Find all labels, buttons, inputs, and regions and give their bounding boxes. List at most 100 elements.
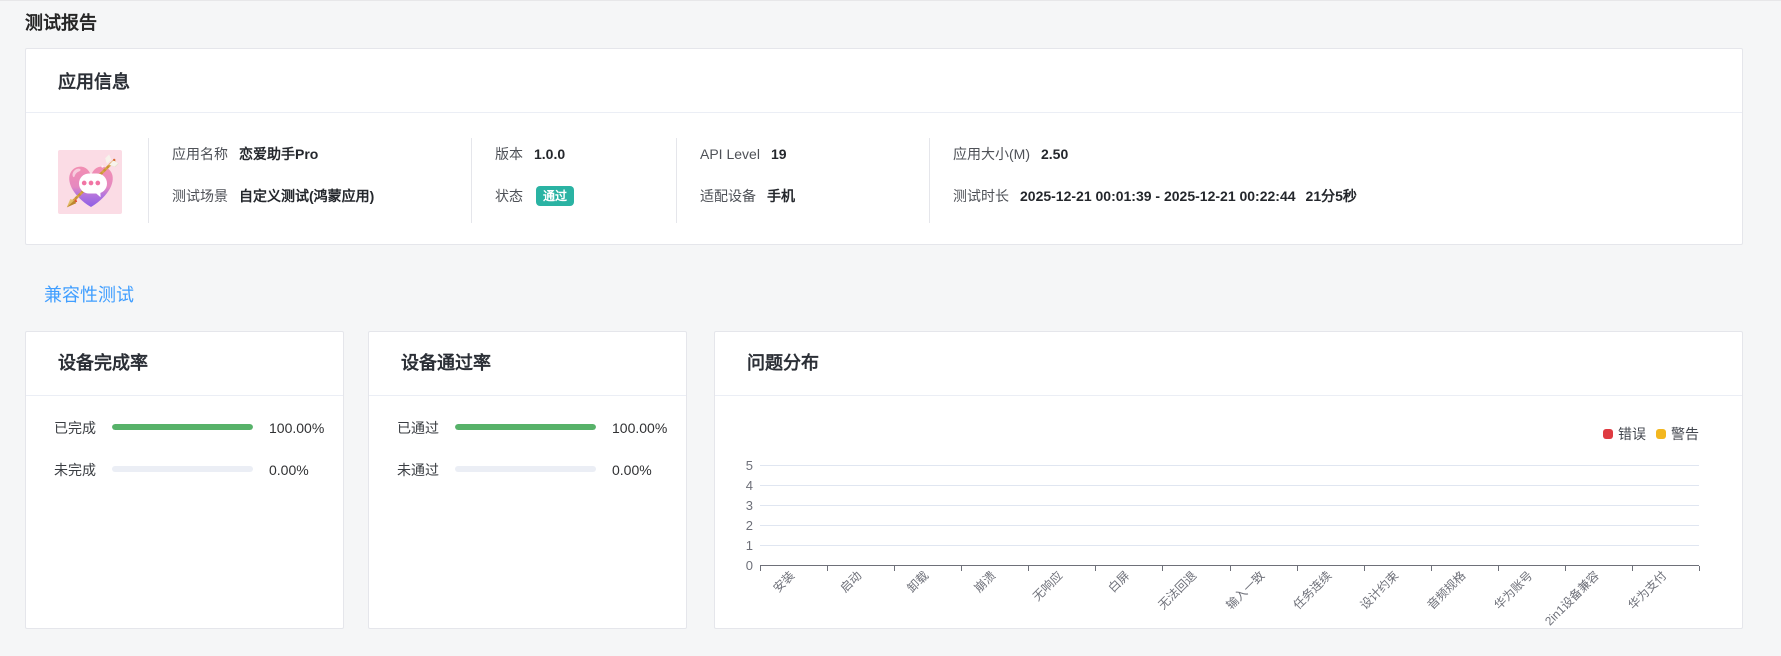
test-report-page: 测试报告 应用信息 应用名称 恋爱助手Pro 测试场景 自定义测试(鸿蒙应用) … [0, 1, 1781, 656]
compatibility-test-link[interactable]: 兼容性测试 [44, 281, 134, 307]
version-row: 版本 1.0.0 [495, 144, 565, 164]
y-axis-tick-label: 2 [745, 517, 753, 533]
x-axis-category-label: 无响应 [1030, 568, 1066, 604]
device-pass-card-title: 设备通过率 [401, 352, 491, 373]
x-axis-category-label: 无法回退 [1155, 568, 1200, 613]
x-axis-tick [1631, 566, 1633, 571]
device-pass-card-header: 设备通过率 [369, 332, 686, 396]
app-name-label: 应用名称 [172, 146, 228, 162]
app-info-card-title: 应用信息 [58, 71, 130, 92]
x-axis-category-label: 输入一致 [1222, 568, 1267, 613]
x-axis-tick [1028, 566, 1030, 571]
x-axis-tick [1363, 566, 1365, 571]
rate-row: 已完成 100.00% [26, 418, 343, 438]
rate-label: 已完成 [54, 420, 96, 436]
app-size-label: 应用大小(M) [953, 146, 1030, 162]
x-axis-category-label: 2in1设备兼容 [1542, 568, 1603, 629]
x-axis-category-label: 安装 [770, 568, 798, 596]
scenario-label: 测试场景 [172, 188, 228, 204]
x-axis-category-label: 设计约束 [1357, 568, 1401, 613]
x-axis-category-label: 崩溃 [971, 568, 999, 596]
x-axis-tick [1497, 566, 1499, 571]
rate-value: 0.00% [612, 462, 652, 478]
x-axis-tick [1430, 566, 1432, 571]
app-icon [58, 150, 122, 214]
progress-bar [112, 424, 253, 430]
x-axis-tick [1162, 566, 1164, 571]
y-axis-tick-label: 5 [745, 457, 753, 473]
rate-value: 100.00% [269, 420, 325, 436]
problem-distribution-chart: 0 1 2 3 4 5 安装 启动 卸载 崩溃 无响应 白屏 无法回退 输入一致 任务连续 设计约束 音频规格华… [715, 396, 1742, 628]
rate-value: 0.00% [269, 462, 309, 478]
app-name-row: 应用名称 恋爱助手Pro [172, 144, 318, 164]
gridline [760, 545, 1699, 546]
api-level-row: API Level 19 [700, 144, 787, 164]
gridline [760, 485, 1699, 486]
device-completion-card: 设备完成率 已完成 100.00% 未完成 0.00% [25, 331, 344, 629]
device-value: 手机 [767, 188, 795, 204]
device-completion-card-title: 设备完成率 [58, 352, 148, 373]
x-axis-tick [961, 566, 963, 571]
rate-row: 已通过 100.00% [369, 418, 686, 438]
version-label: 版本 [495, 146, 523, 162]
problem-distribution-card-title: 问题分布 [747, 352, 819, 373]
info-divider-3 [676, 138, 677, 223]
version-value: 1.0.0 [534, 146, 566, 162]
rate-value: 100.00% [612, 420, 668, 436]
x-axis-tick [1095, 566, 1097, 571]
y-axis-tick-label: 0 [745, 557, 753, 573]
x-axis-category-label: 华为账号 [1491, 568, 1536, 613]
device-label: 适配设备 [700, 188, 756, 204]
app-info-card-body: 应用名称 恋爱助手Pro 测试场景 自定义测试(鸿蒙应用) 版本 1.0.0 状态 通过… [26, 113, 1742, 245]
status-label: 状态 [495, 188, 523, 204]
progress-bar-fill [112, 424, 253, 430]
x-axis-category-label: 任务连续 [1290, 568, 1334, 613]
progress-bar-fill [455, 424, 596, 430]
app-name-value: 恋爱助手Pro [239, 146, 319, 162]
rate-row: 未通过 0.00% [369, 460, 686, 480]
x-axis-category-label: 启动 [837, 568, 865, 596]
gridline [760, 465, 1699, 466]
rate-label: 未完成 [54, 462, 96, 478]
duration-label: 测试时长 [953, 188, 1009, 204]
x-axis-tick [894, 566, 896, 571]
info-divider-2 [471, 138, 472, 223]
y-axis-tick-label: 3 [745, 497, 753, 513]
api-level-label: API Level [700, 146, 760, 162]
duration-row: 测试时长 2025-12-21 00:01:39 - 2025-12-21 00:… [953, 186, 1357, 206]
x-axis-category-label: 卸载 [904, 568, 932, 596]
scenario-value: 自定义测试(鸿蒙应用) [239, 188, 375, 204]
problem-distribution-card-header: 问题分布 [715, 332, 1742, 396]
app-info-card: 应用信息 应用名称 恋爱助手Pro 测试场景 自定义测试(鸿蒙应用) 版本 1.… [25, 48, 1743, 245]
device-completion-card-header: 设备完成率 [26, 332, 343, 396]
progress-bar [455, 466, 596, 472]
y-axis-tick-label: 4 [745, 477, 753, 493]
rate-row: 未完成 0.00% [26, 460, 343, 480]
x-axis-tick [1564, 566, 1566, 571]
device-pass-card: 设备通过率 已通过 100.00% 未通过 0.00% [368, 331, 687, 629]
gridline [760, 505, 1699, 506]
gridline [760, 525, 1699, 526]
duration-range-value: 2025-12-21 00:01:39 - 2025-12-21 00:22:4… [1020, 188, 1296, 204]
problem-distribution-card: 问题分布 错误 警告 0 1 2 3 4 5 安装 启动 卸载 崩溃 无响应 白屏 无法回退 输入一致 任务连… [714, 331, 1743, 629]
page-title: 测试报告 [25, 13, 97, 33]
api-level-value: 19 [770, 146, 787, 162]
info-divider-1 [148, 138, 149, 223]
status-badge: 通过 [536, 186, 575, 206]
x-axis-tick [1296, 566, 1298, 571]
y-axis-tick-label: 1 [745, 537, 753, 553]
app-info-card-header: 应用信息 [26, 49, 1742, 113]
rate-label: 未通过 [397, 462, 439, 478]
rate-label: 已通过 [397, 420, 439, 436]
x-axis-tick [827, 566, 829, 571]
x-axis-category-label: 白屏 [1105, 568, 1133, 596]
progress-bar [455, 424, 596, 430]
x-axis-tick [1699, 566, 1700, 571]
app-size-row: 应用大小(M) 2.50 [953, 144, 1068, 164]
x-axis-category-label: 华为支付 [1625, 568, 1670, 613]
app-size-value: 2.50 [1041, 146, 1069, 162]
scenario-row: 测试场景 自定义测试(鸿蒙应用) [172, 186, 374, 206]
progress-bar [112, 466, 253, 472]
x-axis-tick [1229, 566, 1231, 571]
status-row: 状态 通过 [495, 186, 575, 206]
